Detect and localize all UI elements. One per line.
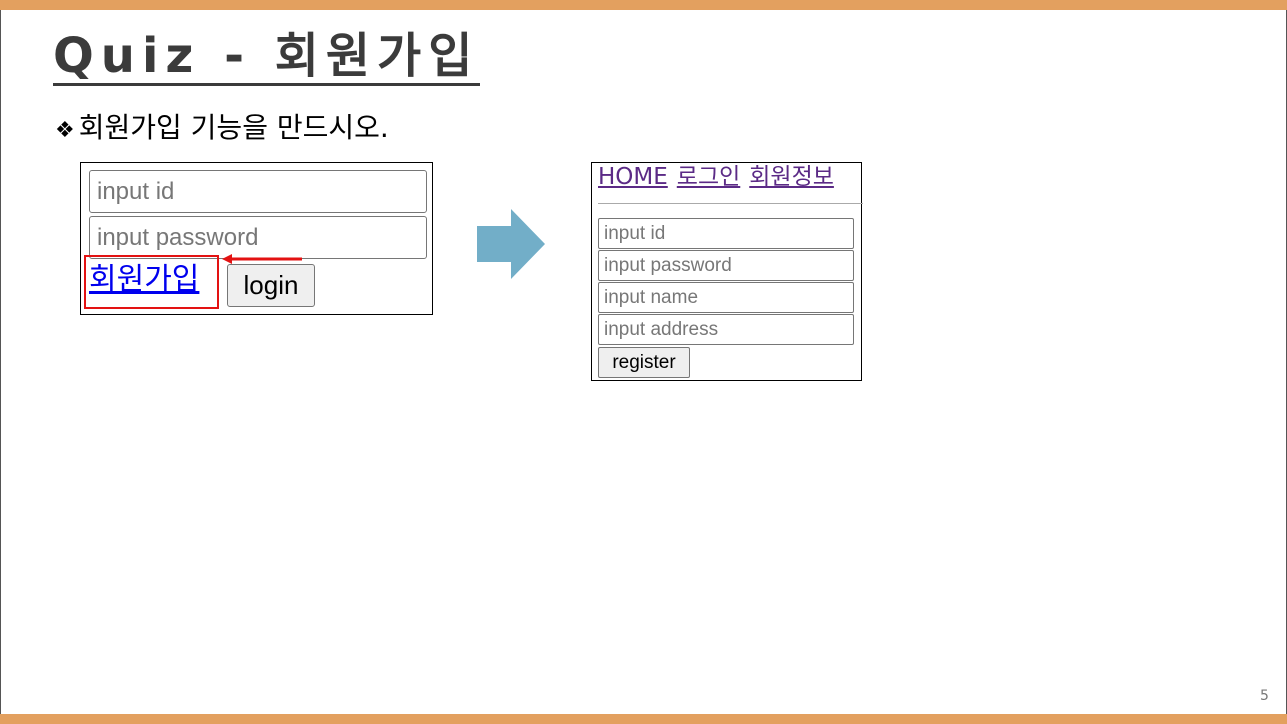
id-input[interactable]: input id (89, 170, 427, 213)
register-id-input[interactable]: input id (598, 218, 854, 249)
nav-divider (598, 203, 863, 204)
login-form-panel: input id input password 회원가입 login (80, 162, 433, 315)
register-name-input[interactable]: input name (598, 282, 854, 313)
page-number: 5 (1260, 688, 1269, 704)
nav-link-member-info[interactable]: 회원정보 (749, 164, 834, 190)
bottom-accent-band (0, 714, 1287, 724)
diamond-bullet-icon: ❖ (55, 118, 75, 143)
login-button[interactable]: login (227, 264, 315, 307)
nav-link-home[interactable]: HOME (598, 164, 668, 190)
register-password-input[interactable]: input password (598, 250, 854, 281)
bullet-item: ❖ 회원가입 기능을 만드시오. (55, 110, 389, 149)
title-underline (53, 83, 480, 86)
register-address-input[interactable]: input address (598, 314, 854, 345)
signup-link[interactable]: 회원가입 (89, 262, 199, 298)
top-accent-band (0, 0, 1287, 10)
nav-bar: HOME 로그인 회원정보 (598, 163, 843, 191)
bullet-text: 회원가입 기능을 만드시오. (78, 111, 389, 144)
slide-title: Quiz - 회원가입 (53, 28, 480, 84)
nav-link-login[interactable]: 로그인 (677, 164, 740, 190)
register-button[interactable]: register (598, 347, 690, 378)
right-arrow-icon (477, 209, 545, 279)
register-page-panel: HOME 로그인 회원정보 input id input password inpu… (591, 162, 863, 381)
